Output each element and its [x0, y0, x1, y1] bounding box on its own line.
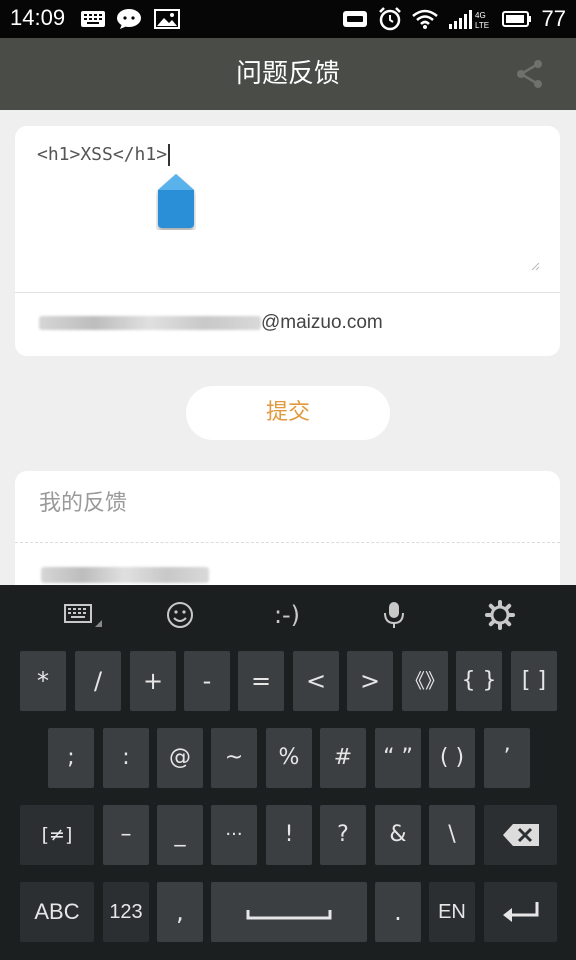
key-tilde[interactable]: ~ — [211, 728, 257, 788]
email-suffix: @maizuo.com — [261, 312, 383, 333]
backspace-icon — [502, 824, 539, 846]
soft-keyboard: :-) * / + - = < > 《》 { } [ ] ; : @ ~ % #… — [0, 585, 576, 960]
key-en-dash[interactable]: – — [103, 805, 149, 865]
keyboard-icon — [81, 11, 105, 27]
key-question[interactable]: ? — [320, 805, 366, 865]
key-comma[interactable]: , — [157, 882, 203, 942]
my-feedback-card: 我的反馈 — [15, 471, 560, 601]
key-greater-than[interactable]: > — [347, 651, 393, 711]
feedback-textarea[interactable]: <h1>XSS</h1> — [37, 144, 171, 166]
keyboard-switch-button[interactable] — [58, 599, 108, 631]
image-icon — [154, 9, 180, 29]
key-parentheses[interactable]: ( ) — [429, 728, 475, 788]
key-minus[interactable]: - — [184, 651, 230, 711]
feedback-form: <h1>XSS</h1> @maizuo.com — [15, 126, 560, 356]
feedback-divider — [15, 542, 560, 543]
key-at[interactable]: @ — [157, 728, 203, 788]
key-abc[interactable]: ABC — [20, 882, 94, 942]
battery-level: 77 — [541, 6, 566, 31]
svg-text:4G: 4G — [475, 11, 486, 20]
key-backslash[interactable]: \ — [429, 805, 475, 865]
keyboard-toolbar: :-) — [0, 585, 576, 645]
signal-icon: 4G LTE — [448, 10, 489, 30]
key-equals[interactable]: = — [238, 651, 284, 711]
message-icon — [342, 11, 367, 27]
key-semicolon[interactable]: ; — [48, 728, 94, 788]
microphone-icon — [384, 602, 404, 628]
keyboard-settings-button[interactable] — [482, 599, 518, 631]
key-underscore[interactable]: _ — [157, 805, 203, 865]
emoticon-button[interactable]: :-) — [262, 599, 312, 631]
svg-text:LTE: LTE — [475, 21, 489, 30]
battery-icon — [501, 11, 531, 27]
key-double-angle-brackets[interactable]: 《》 — [402, 651, 448, 711]
voice-input-button[interactable] — [378, 599, 410, 631]
key-square-brackets[interactable]: [ ] — [511, 651, 557, 711]
key-asterisk[interactable]: * — [20, 651, 66, 711]
chat-icon — [117, 9, 141, 29]
space-key[interactable] — [211, 882, 367, 942]
text-cursor-handle[interactable] — [156, 172, 196, 230]
key-symbol-lock[interactable]: [≠] — [20, 805, 94, 865]
key-plus[interactable]: + — [130, 651, 176, 711]
page-title: 问题反馈 — [235, 59, 340, 89]
feedback-item-redacted — [41, 567, 209, 583]
key-percent[interactable]: % — [266, 728, 312, 788]
backspace-key[interactable] — [484, 805, 557, 865]
status-time: 14:09 — [10, 5, 66, 30]
feedback-text: <h1>XSS</h1> — [37, 144, 168, 165]
app-bar: 问题反馈 — [0, 38, 576, 110]
key-apostrophe[interactable]: ’ — [484, 728, 530, 788]
resize-grip-icon[interactable] — [530, 261, 540, 271]
my-feedback-header: 我的反馈 — [39, 491, 128, 516]
key-quotes[interactable]: “ ” — [375, 728, 421, 788]
enter-icon — [502, 902, 538, 922]
enter-key[interactable] — [484, 882, 557, 942]
key-ampersand[interactable]: & — [375, 805, 421, 865]
key-hash[interactable]: # — [320, 728, 366, 788]
key-curly-braces[interactable]: { } — [456, 651, 502, 711]
share-icon[interactable] — [514, 58, 546, 90]
key-colon[interactable]: : — [103, 728, 149, 788]
status-icons: 4G LTE 77 — [342, 0, 566, 38]
key-exclamation[interactable]: ! — [266, 805, 312, 865]
key-language[interactable]: EN — [429, 882, 475, 942]
key-period[interactable]: . — [375, 882, 421, 942]
text-cursor — [168, 144, 171, 166]
keyboard-switch-icon — [64, 604, 102, 627]
email-redacted — [39, 316, 261, 330]
submit-button[interactable]: 提交 — [186, 386, 390, 440]
key-slash[interactable]: / — [75, 651, 121, 711]
form-divider — [15, 292, 560, 293]
email-field[interactable]: @maizuo.com — [39, 312, 383, 334]
space-bar-icon — [246, 910, 332, 920]
key-less-than[interactable]: < — [293, 651, 339, 711]
status-bar: 14:09 4G LTE 77 — [0, 0, 576, 38]
emoji-button[interactable] — [160, 599, 200, 631]
smiley-icon — [167, 602, 193, 628]
gear-icon — [485, 600, 515, 630]
alarm-icon — [378, 7, 401, 31]
key-ellipsis[interactable]: ··· — [211, 805, 257, 865]
key-123[interactable]: 123 — [103, 882, 149, 942]
wifi-icon — [411, 9, 438, 29]
feedback-list-item[interactable] — [41, 567, 209, 587]
